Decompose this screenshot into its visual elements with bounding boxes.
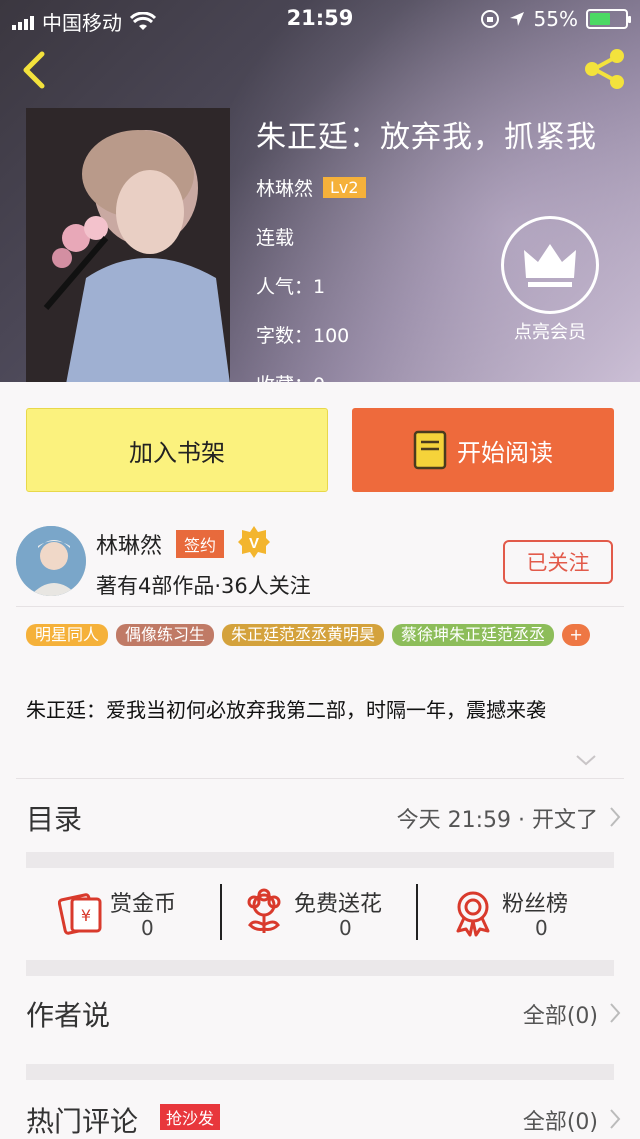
reward-coins-label: 赏金币 — [110, 892, 177, 917]
send-flowers-value: 0 — [339, 916, 352, 940]
separator — [416, 884, 418, 940]
author-card-name[interactable]: 林琳然 — [96, 528, 162, 560]
tag-1[interactable]: 偶像练习生 — [116, 624, 215, 646]
share-button[interactable] — [580, 44, 630, 94]
battery-percent: 55% — [533, 7, 578, 31]
hot-comments-row[interactable]: 热门评论 全部(0) — [0, 1082, 640, 1139]
svg-text:¥: ¥ — [81, 906, 91, 925]
verified-icon: V — [238, 526, 270, 558]
svg-text:V: V — [249, 535, 259, 552]
medal-icon — [456, 891, 490, 937]
location-icon — [509, 12, 524, 26]
author-name[interactable]: 林琳然 — [256, 174, 313, 201]
follow-label: 已关注 — [526, 551, 590, 575]
author-says-all: 全部(0) — [522, 1004, 598, 1029]
level-badge: Lv2 — [323, 177, 366, 198]
sofa-badge: 抢沙发 — [160, 1104, 221, 1130]
book-header: 中国移动 21:59 55% 朱正廷：放弃我，抓紧我 林琳然 Lv2 连载 人气… — [0, 0, 640, 382]
author-card[interactable]: 林琳然 签约 V 著有4部作品·36人关注 已关注 — [0, 518, 640, 606]
chevron-right-icon — [610, 1003, 621, 1023]
status-bar: 中国移动 21:59 55% — [0, 0, 640, 40]
catalog-row[interactable]: 目录 今天 21:59 · 开文了 — [0, 780, 640, 854]
separator — [220, 884, 222, 940]
back-button[interactable] — [14, 48, 58, 92]
start-reading-label: 开始阅读 — [457, 438, 553, 467]
author-says-title: 作者说 — [26, 999, 111, 1032]
chevron-right-icon — [610, 1109, 621, 1129]
add-to-shelf-button[interactable]: 加入书架 — [26, 408, 328, 492]
start-reading-button[interactable]: 开始阅读 — [352, 408, 614, 492]
section-spacer — [26, 852, 614, 868]
book-title: 朱正廷：放弃我，抓紧我 — [256, 120, 597, 155]
catalog-update: 今天 21:59 · 开文了 — [396, 808, 598, 833]
section-spacer — [26, 1064, 614, 1080]
signed-badge: 签约 — [176, 530, 225, 558]
vip-label: 点亮会员 — [514, 322, 586, 343]
tag-0[interactable]: 明星同人 — [26, 624, 109, 646]
hot-comments-all: 全部(0) — [522, 1110, 598, 1135]
tag-list: 明星同人 偶像练习生 朱正廷范丞丞黄明昊 蔡徐坤朱正廷范丞丞 + — [26, 624, 616, 646]
divider — [16, 606, 624, 607]
orientation-lock-icon — [480, 10, 499, 28]
avatar[interactable] — [16, 526, 86, 596]
fans-rank-value: 0 — [535, 916, 548, 940]
author-card-meta: 著有4部作品·36人关注 — [96, 574, 311, 598]
send-flowers-label: 免费送花 — [294, 892, 383, 917]
follow-button[interactable]: 已关注 — [503, 540, 613, 584]
tag-2[interactable]: 朱正廷范丞丞黄明昊 — [222, 624, 385, 646]
battery-icon — [586, 9, 631, 29]
catalog-title: 目录 — [26, 803, 83, 836]
book-description: 朱正廷：爱我当初何必放弃我第二部，时隔一年，震撼来袭 — [26, 698, 546, 722]
add-to-shelf-label: 加入书架 — [129, 438, 225, 467]
book-icon — [413, 430, 447, 470]
cover-image — [26, 108, 230, 382]
hot-comments-title: 热门评论 — [26, 1105, 139, 1138]
chevron-down-icon[interactable] — [574, 752, 598, 768]
support-row: ¥ 赏金币 0 免费送花 0 粉丝榜 0 — [0, 870, 640, 950]
vip-button[interactable]: 点亮会员 — [500, 216, 600, 344]
crown-icon — [524, 244, 576, 287]
tag-3[interactable]: 蔡徐坤朱正廷范丞丞 — [392, 624, 555, 646]
chevron-right-icon — [610, 807, 621, 827]
add-tag-button[interactable]: + — [562, 624, 591, 646]
section-spacer — [26, 960, 614, 976]
reward-coins-value: 0 — [141, 916, 154, 940]
favorites-count: 收藏：0 — [256, 370, 597, 382]
book-cover[interactable] — [26, 108, 230, 382]
coin-envelope-icon: ¥ — [58, 893, 102, 935]
author-says-row[interactable]: 作者说 全部(0) — [0, 976, 640, 1050]
flower-icon — [247, 888, 281, 933]
divider — [16, 778, 624, 779]
fans-rank-label: 粉丝榜 — [502, 892, 569, 917]
